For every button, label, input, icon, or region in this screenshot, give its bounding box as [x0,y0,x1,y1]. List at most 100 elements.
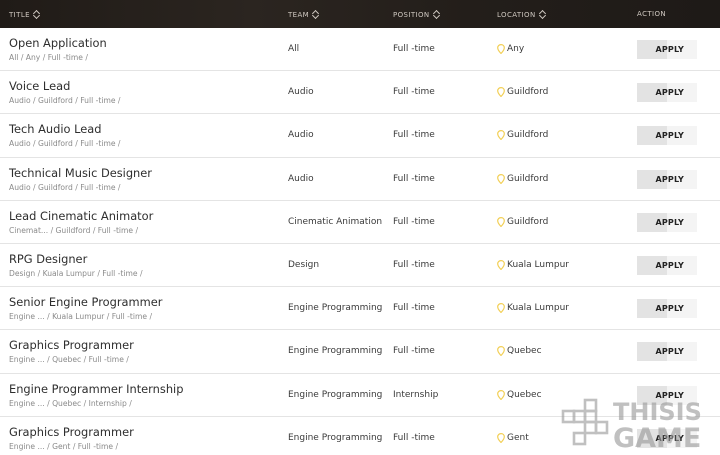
job-meta: Audio / Guildford / Full -time / [9,182,121,192]
apply-button[interactable]: APPLY [637,169,697,189]
map-pin-icon [497,216,505,228]
job-position: Full -time [393,44,435,54]
job-row: Senior Engine Programmer Engine ... / Kua… [0,287,720,331]
job-position: Full -time [393,432,435,443]
job-title[interactable]: Tech Audio Lead [9,122,102,136]
job-location: Guildford [497,130,549,141]
map-pin-icon [497,259,505,271]
map-pin-icon [497,87,505,98]
job-position: Full -time [393,173,435,184]
sort-icon[interactable] [434,10,440,19]
job-position: Full -time [393,303,435,314]
job-location-label: Guildford [507,130,549,141]
job-position: Full -time [393,87,435,98]
job-row: Technical Music Designer Audio / Guildfor… [0,158,720,201]
job-location: Guildford [497,216,549,228]
job-location: Guildford [497,173,549,184]
job-team: Audio [288,173,314,184]
job-title[interactable]: Voice Lead [9,79,70,93]
job-row: Engine Programmer Internship Engine ... /… [0,374,720,417]
job-team: Cinematic Animation [288,216,383,227]
column-header-label: TITLE [9,10,30,19]
map-pin-icon [497,130,505,141]
apply-button[interactable]: APPLY [637,299,697,319]
apply-button[interactable]: APPLY [637,342,697,362]
job-meta: Engine ... / Quebec / Full -time / [9,355,129,365]
table-header: TITLE TEAM POSITION LOCATION ACTION [0,0,720,28]
map-pin-icon [497,173,505,184]
map-pin-icon [497,303,505,314]
job-position: Full -time [393,259,435,270]
job-meta: Cinemat... / Guildford / Full -time / [9,225,139,235]
job-location-label: Guildford [507,87,549,98]
column-header-label: LOCATION [497,10,536,19]
job-team: Engine Programming [288,303,383,314]
column-header-action: ACTION [637,10,666,18]
job-location-label: Guildford [507,216,549,227]
job-team: All [288,44,300,54]
job-location: Guildford [497,87,549,98]
job-location-label: Kuala Lumpur [507,259,569,270]
job-team: Design [288,259,320,270]
job-position: Internship [393,389,439,400]
job-location: Quebec [497,389,542,400]
job-row: Voice Lead Audio / Guildford / Full -time… [0,71,720,115]
column-header-title[interactable]: TITLE [9,10,40,19]
job-location: Kuala Lumpur [497,303,569,314]
job-title[interactable]: Open Application [9,36,107,50]
job-location: Gent [497,432,529,444]
map-pin-icon [497,43,505,55]
apply-button[interactable]: APPLY [637,126,697,146]
job-row: Tech Audio Lead Audio / Guildford / Full … [0,114,720,158]
job-title[interactable]: Senior Engine Programmer [9,295,162,309]
job-title[interactable]: Technical Music Designer [9,166,152,180]
job-location-label: Any [507,44,525,54]
apply-button[interactable]: APPLY [637,385,697,405]
job-row: Lead Cinematic Animator Cinemat... / Guil… [0,201,720,244]
map-pin-icon [497,432,505,444]
sort-icon[interactable] [313,10,319,19]
job-title[interactable]: RPG Designer [9,252,87,266]
job-meta: Engine ... / Gent / Full -time / [9,441,119,451]
apply-button[interactable]: APPLY [637,83,697,103]
job-position: Full -time [393,346,435,357]
job-team: Audio [288,130,314,141]
job-title[interactable]: Graphics Programmer [9,425,134,439]
job-row: Graphics Programmer Engine ... / Gent / F… [0,417,720,455]
job-list: Open Application All / Any / Full -time /… [0,28,720,455]
job-title[interactable]: Graphics Programmer [9,338,134,352]
sort-icon[interactable] [34,10,40,19]
apply-button[interactable]: APPLY [637,40,697,59]
job-row: RPG Designer Design / Kuala Lumpur / Full… [0,244,720,288]
job-row: Open Application All / Any / Full -time /… [0,28,720,72]
job-position: Full -time [393,216,435,227]
job-team: Engine Programming [288,346,383,357]
job-row: Graphics Programmer Engine ... / Quebec /… [0,330,720,374]
job-team: Engine Programming [288,432,383,443]
column-header-position[interactable]: POSITION [393,10,440,19]
apply-button[interactable]: APPLY [637,212,697,232]
job-team: Audio [288,87,314,98]
job-position: Full -time [393,130,435,141]
job-location-label: Quebec [507,389,542,400]
job-location-label: Quebec [507,346,542,357]
job-meta: Design / Kuala Lumpur / Full -time / [9,268,143,278]
job-title[interactable]: Lead Cinematic Animator [9,209,153,223]
column-header-label: TEAM [288,10,310,19]
apply-button[interactable]: APPLY [637,255,697,275]
column-header-location[interactable]: LOCATION [497,10,546,19]
sort-icon[interactable] [540,10,546,19]
map-pin-icon [497,346,505,357]
column-header-label: POSITION [393,10,430,19]
job-meta: Engine ... / Quebec / Internship / [9,398,132,408]
job-location: Any [497,43,525,55]
job-location-label: Guildford [507,173,549,184]
job-location: Quebec [497,346,542,357]
apply-button[interactable]: APPLY [637,428,697,448]
job-location: Kuala Lumpur [497,259,569,271]
column-header-team[interactable]: TEAM [288,10,319,19]
job-title[interactable]: Engine Programmer Internship [9,382,183,396]
job-meta: Audio / Guildford / Full -time / [9,139,121,149]
job-location-label: Kuala Lumpur [507,303,569,314]
job-location-label: Gent [507,432,529,443]
